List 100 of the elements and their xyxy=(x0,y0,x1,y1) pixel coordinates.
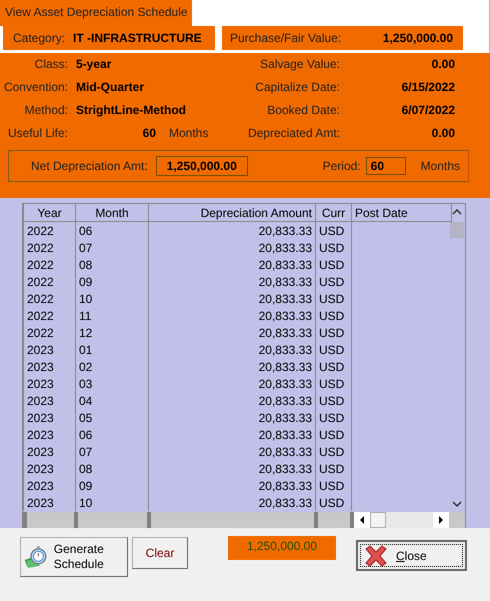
table-cell: 03 xyxy=(76,375,148,392)
table-cell: 10 xyxy=(76,290,148,307)
table-cell: 06 xyxy=(76,426,148,443)
field-label: Salvage Value: xyxy=(259,57,341,71)
table-cell: 12 xyxy=(76,324,148,341)
field-value: 0.00 xyxy=(430,126,455,140)
scroll-right-icon[interactable] xyxy=(433,512,449,528)
table-cell: USD xyxy=(316,443,352,460)
scroll-left-icon[interactable] xyxy=(354,512,370,528)
table-cell: 20,833.33 xyxy=(148,392,316,409)
column-header: Month xyxy=(76,204,148,222)
table-cell: 20,833.33 xyxy=(148,222,316,239)
table-cell: USD xyxy=(316,256,352,273)
table-cell: 20,833.33 xyxy=(148,409,316,426)
table-cell: 2023 xyxy=(24,375,76,392)
table-cell: USD xyxy=(316,392,352,409)
field-value: 6/15/2022 xyxy=(400,80,455,94)
table-cell: USD xyxy=(316,409,352,426)
window-title: View Asset Depreciation Schedule xyxy=(0,0,192,26)
field-value: IT -INFRASTRUCTURE xyxy=(73,31,202,45)
field-value: 1,250,000.00 xyxy=(382,31,453,45)
field-label: Category: xyxy=(13,31,66,45)
table-cell: 20,833.33 xyxy=(148,290,316,307)
table-cell: USD xyxy=(316,290,352,307)
table-cell: USD xyxy=(316,375,352,392)
table-cell: 05 xyxy=(76,409,148,426)
table-cell: 20,833.33 xyxy=(148,375,316,392)
table-cell: 2022 xyxy=(24,222,76,239)
field-label: Method: xyxy=(24,103,69,117)
clear-button[interactable]: Clear xyxy=(132,537,188,569)
table-cell: 06 xyxy=(76,222,148,239)
field-value: 60 xyxy=(142,126,156,140)
table-cell: 02 xyxy=(76,358,148,375)
field-label: Convention: xyxy=(2,80,69,94)
field-value: 6/07/2022 xyxy=(400,103,455,117)
field-label: Booked Date: xyxy=(266,103,341,117)
table-cell: 20,833.33 xyxy=(148,443,316,460)
table-cell: 2022 xyxy=(24,307,76,324)
table-cell: 20,833.33 xyxy=(148,358,316,375)
table-cell: USD xyxy=(316,324,352,341)
field-label: Class: xyxy=(34,57,69,71)
table-cell: 20,833.33 xyxy=(148,256,316,273)
table-cell: 04 xyxy=(76,392,148,409)
table-cell: 07 xyxy=(76,443,148,460)
table-cell: 2023 xyxy=(24,494,76,511)
field-value: 5-year xyxy=(76,57,112,71)
table-cell: USD xyxy=(316,239,352,256)
field-label: Useful Life: xyxy=(6,126,69,140)
table-cell: 11 xyxy=(76,307,148,324)
field-value: Mid-Quarter xyxy=(76,80,146,94)
table-cell: 20,833.33 xyxy=(148,477,316,494)
table-cell: 2023 xyxy=(24,443,76,460)
table-cell: 2022 xyxy=(24,324,76,341)
field-value: StrightLine-Method xyxy=(76,103,187,117)
table-cell: 2023 xyxy=(24,358,76,375)
table-cell: 2023 xyxy=(24,341,76,358)
table-cell: 10 xyxy=(76,494,148,511)
table-cell: USD xyxy=(316,222,352,239)
generate-schedule-button[interactable]: Generate Schedule xyxy=(20,537,128,577)
table-cell: 2022 xyxy=(24,256,76,273)
table-cell: 08 xyxy=(76,460,148,477)
period-field[interactable]: 60 xyxy=(366,157,406,175)
table-cell: 2023 xyxy=(24,460,76,477)
table-cell: USD xyxy=(316,426,352,443)
table-cell: 20,833.33 xyxy=(148,426,316,443)
scroll-thumb[interactable] xyxy=(370,512,386,528)
field-label: Net Depreciation Amt: xyxy=(31,159,148,173)
field-label: Depreciated Amt: xyxy=(246,126,341,140)
field-label: Purchase/Fair Value: xyxy=(230,31,342,45)
scroll-thumb[interactable] xyxy=(450,222,464,238)
column-header: Post Date xyxy=(352,204,452,222)
table-cell: 01 xyxy=(76,341,148,358)
table-cell: 20,833.33 xyxy=(148,324,316,341)
column-header: Depreciation Amount xyxy=(148,204,316,222)
close-button[interactable]: Close xyxy=(356,540,467,571)
total-amount: 1,250,000.00 xyxy=(228,536,336,560)
unit-label: Months xyxy=(169,126,208,140)
table-cell: 07 xyxy=(76,239,148,256)
table-cell: USD xyxy=(316,477,352,494)
table-cell: 2023 xyxy=(24,426,76,443)
column-header: Curr xyxy=(316,204,352,222)
table-cell: 2023 xyxy=(24,392,76,409)
table-cell: 20,833.33 xyxy=(148,239,316,256)
table-cell: 20,833.33 xyxy=(148,460,316,477)
column-header: Year xyxy=(24,204,76,222)
scroll-up-icon[interactable] xyxy=(452,208,462,215)
table-cell: 09 xyxy=(76,477,148,494)
scroll-down-icon[interactable] xyxy=(452,501,462,508)
table-cell: 2022 xyxy=(24,290,76,307)
close-icon xyxy=(364,544,388,566)
field-label: Capitalize Date: xyxy=(254,80,341,94)
table-cell: 2023 xyxy=(24,409,76,426)
table-cell: 20,833.33 xyxy=(148,307,316,324)
table-cell: 20,833.33 xyxy=(148,494,316,511)
table-cell: USD xyxy=(316,460,352,477)
table-cell: 08 xyxy=(76,256,148,273)
unit-label: Months xyxy=(420,159,460,173)
table-cell: USD xyxy=(316,358,352,375)
table-cell: 2022 xyxy=(24,273,76,290)
table-cell: USD xyxy=(316,307,352,324)
